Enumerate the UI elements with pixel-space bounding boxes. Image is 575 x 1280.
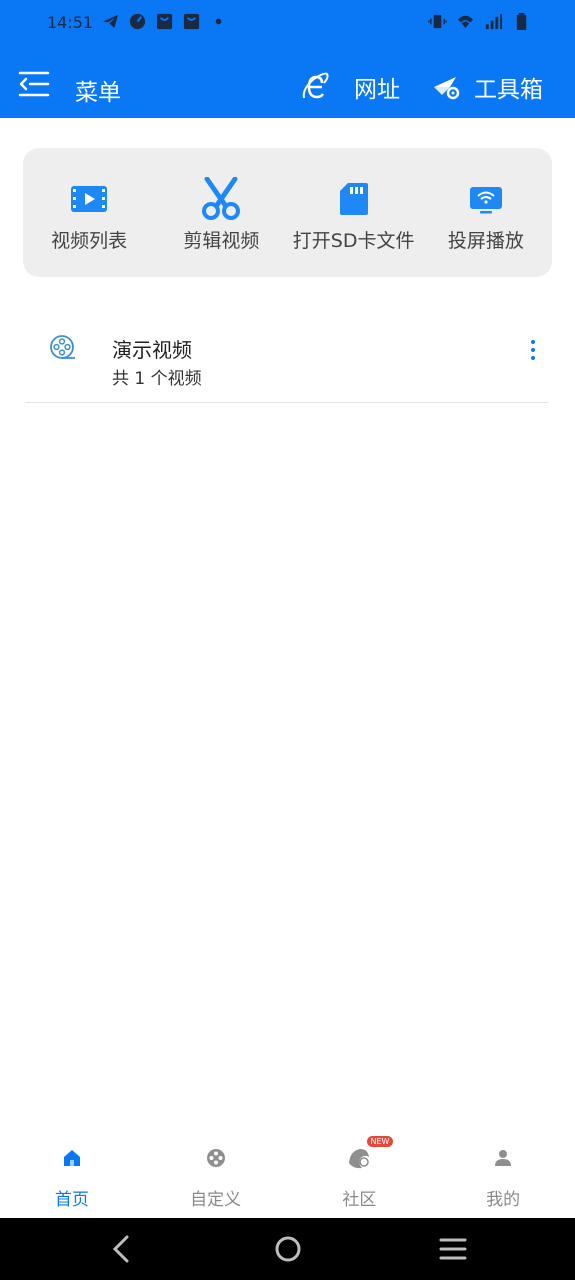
folder-title: 演示视频	[112, 338, 192, 362]
open-sd-card-label: 打开SD卡文件	[292, 230, 415, 252]
nav-label-custom: 自定义	[190, 1190, 242, 1210]
nav-item-home[interactable]: 首页	[0, 1133, 144, 1218]
speedometer-icon	[129, 13, 146, 30]
menu-label[interactable]: 菜单	[75, 73, 121, 107]
screen-cast-icon	[469, 187, 502, 214]
menu-icon	[18, 71, 50, 97]
status-bar: 14:51	[0, 0, 575, 48]
menu-button[interactable]	[18, 70, 50, 98]
vibrate-icon	[428, 14, 447, 29]
video-list-label: 视频列表	[51, 230, 128, 252]
notification-icons	[101, 12, 228, 31]
app-bar: 菜单 网址 工具箱	[0, 48, 575, 118]
signal-icon	[485, 13, 503, 30]
nav-item-mine[interactable]: 我的	[431, 1133, 575, 1218]
community-icon	[349, 1149, 370, 1169]
url-button[interactable]: 网址	[300, 70, 400, 104]
dot-icon	[215, 18, 222, 25]
quick-actions-card: 视频列表 剪辑视频 打开SD卡文件 投屏播放	[23, 148, 552, 277]
telegram-icon	[102, 14, 119, 29]
system-status-icons	[428, 12, 531, 31]
screen-cast-button[interactable]: 投屏播放	[420, 148, 552, 277]
video-list-icon	[71, 186, 108, 212]
open-sd-card-button[interactable]: 打开SD卡文件	[288, 148, 420, 277]
edit-video-button[interactable]: 剪辑视频	[155, 148, 287, 277]
back-icon[interactable]	[110, 1233, 132, 1265]
nav-label-home: 首页	[54, 1190, 89, 1210]
film-reel-icon	[206, 1149, 225, 1167]
screen-cast-label: 投屏播放	[447, 230, 524, 252]
home-circle-icon[interactable]	[273, 1233, 303, 1265]
film-reel-icon	[50, 335, 75, 359]
system-navigation-bar	[0, 1218, 575, 1280]
shopping-bag-icon	[156, 13, 173, 30]
nav-label-community: 社区	[342, 1190, 377, 1210]
edit-video-label: 剪辑视频	[183, 230, 260, 252]
scissors-icon	[202, 177, 241, 220]
nav-item-custom[interactable]: 自定义	[144, 1133, 288, 1218]
toolbox-icon	[434, 77, 460, 100]
more-options-icon[interactable]	[523, 338, 543, 362]
nav-item-community[interactable]: NEW 社区	[288, 1133, 432, 1218]
sd-card-icon	[339, 183, 368, 215]
toolbox-label: 工具箱	[474, 77, 543, 103]
wifi-icon	[457, 15, 474, 29]
new-badge: NEW	[366, 1136, 394, 1147]
shopping-bag-icon	[183, 13, 200, 30]
toolbox-button[interactable]: 工具箱	[432, 70, 543, 104]
browser-e-icon	[302, 72, 329, 99]
status-time: 14:51	[47, 13, 94, 32]
folder-video-count: 共 1 个视频	[112, 369, 202, 389]
url-label: 网址	[354, 77, 400, 103]
battery-icon	[516, 12, 527, 31]
video-folder-item[interactable]: 演示视频 共 1 个视频	[25, 318, 548, 403]
person-icon	[495, 1150, 512, 1166]
home-icon	[63, 1150, 80, 1166]
bottom-navigation: 首页 自定义 NEW 社区 我的	[0, 1133, 575, 1218]
recent-apps-icon[interactable]	[438, 1233, 468, 1265]
video-list-button[interactable]: 视频列表	[23, 148, 155, 277]
nav-label-mine: 我的	[486, 1190, 521, 1210]
